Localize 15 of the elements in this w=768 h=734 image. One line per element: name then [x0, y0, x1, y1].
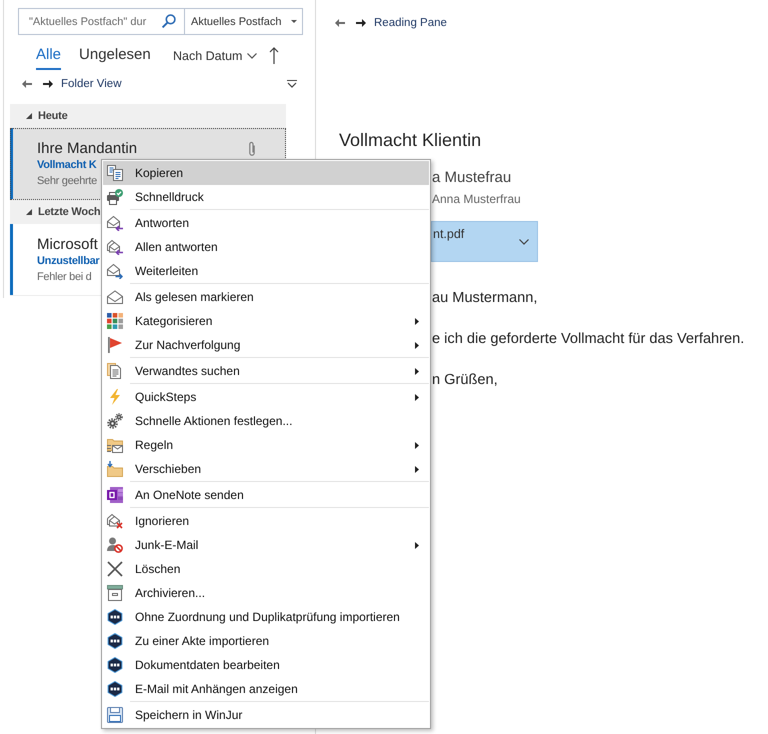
- message-subject: Vollmacht K: [37, 158, 96, 173]
- pane-title: Reading Pane: [374, 17, 447, 29]
- message-subject: Unzustellbar: [37, 254, 100, 269]
- sender-name: a Mustefrau: [432, 168, 512, 188]
- body-text: e ich die geforderte Vollmacht für das Verfahren.: [432, 330, 746, 349]
- sender-name: Ihre Mandantin: [37, 139, 138, 158]
- recipient-name: Anna Musterfrau: [432, 191, 522, 207]
- body-text: au Mustermann,: [432, 289, 538, 308]
- message-preview: Sehr geehrte: [37, 174, 97, 189]
- attachment-name: nt.pdf: [433, 226, 464, 242]
- folder-view-label: Folder View: [61, 78, 122, 90]
- sender-name: Microsoft: [37, 235, 98, 254]
- message-preview: Fehler bei d: [37, 270, 92, 285]
- body-text: n Grüßen,: [432, 371, 499, 390]
- message-heading: Vollmacht Klientin: [339, 129, 482, 152]
